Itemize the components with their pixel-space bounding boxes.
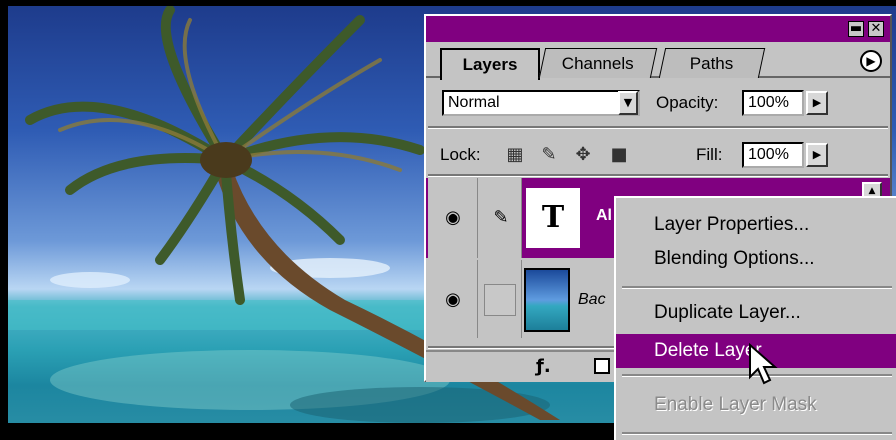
close-icon[interactable]: ✕ bbox=[868, 21, 884, 37]
visibility-toggle[interactable]: ◉ bbox=[428, 178, 478, 258]
opacity-slider-button[interactable]: ▶ bbox=[806, 91, 828, 115]
menu-item-layer-properties[interactable]: Layer Properties... bbox=[616, 208, 896, 242]
minimize-icon[interactable]: ▬ bbox=[848, 21, 864, 37]
menu-item-blending-options[interactable]: Blending Options... bbox=[616, 242, 896, 276]
lock-transparency-icon[interactable]: ▦ bbox=[504, 144, 526, 166]
frame-top bbox=[0, 0, 896, 6]
menu-item-duplicate-layer[interactable]: Duplicate Layer... bbox=[616, 296, 896, 330]
tab-paths-label: Paths bbox=[690, 54, 734, 73]
blend-mode-value: Normal bbox=[448, 94, 500, 111]
mouse-cursor-icon bbox=[749, 343, 778, 385]
tab-layers[interactable]: Layers bbox=[440, 48, 540, 80]
palette-menu-icon[interactable]: ▶ bbox=[860, 50, 882, 72]
visibility-toggle[interactable]: ◉ bbox=[428, 260, 478, 338]
link-toggle[interactable] bbox=[478, 260, 522, 338]
eye-icon: ◉ bbox=[445, 207, 461, 228]
frame-left bbox=[0, 0, 8, 438]
divider bbox=[428, 174, 888, 177]
fill-label: Fill: bbox=[696, 145, 723, 164]
lock-all-icon[interactable]: ■ bbox=[608, 144, 630, 166]
lock-label: Lock: bbox=[440, 145, 481, 164]
brush-icon: ✎ bbox=[493, 207, 509, 228]
tab-channels[interactable]: Channels bbox=[538, 48, 658, 78]
tab-channels-label: Channels bbox=[561, 54, 634, 73]
add-mask-icon[interactable] bbox=[594, 358, 610, 374]
text-layer-icon: T bbox=[541, 200, 565, 235]
tab-paths[interactable]: Paths bbox=[658, 48, 766, 78]
opacity-field[interactable]: 100% bbox=[742, 90, 804, 116]
menu-separator bbox=[622, 432, 892, 435]
eye-icon: ◉ bbox=[445, 289, 461, 310]
palette-title-bar[interactable]: ▬ ✕ bbox=[426, 16, 890, 42]
empty-link-box bbox=[484, 284, 516, 316]
blend-mode-select[interactable]: Normal bbox=[442, 90, 640, 116]
palette-tabs: Layers Channels Paths ▶ bbox=[426, 42, 890, 80]
menu-separator bbox=[622, 286, 892, 289]
divider bbox=[428, 126, 888, 129]
layer-style-icon[interactable]: ƒ. bbox=[536, 356, 551, 378]
layer-context-menu: Layer Properties... Blending Options... … bbox=[614, 196, 896, 440]
lock-move-icon[interactable]: ✥ bbox=[572, 144, 594, 166]
opacity-label: Opacity: bbox=[656, 93, 719, 112]
layer-name: Al bbox=[596, 207, 612, 224]
layer-name: Bac bbox=[578, 291, 606, 308]
lock-brush-icon[interactable]: ✎ bbox=[538, 144, 560, 166]
chevron-down-icon[interactable]: ▼ bbox=[618, 91, 638, 115]
link-toggle[interactable]: ✎ bbox=[478, 178, 522, 258]
layer-thumbnail: T bbox=[524, 186, 582, 250]
background-thumbnail bbox=[524, 268, 570, 332]
menu-item-enable-layer-mask[interactable]: Enable Layer Mask bbox=[616, 388, 896, 422]
fill-field[interactable]: 100% bbox=[742, 142, 804, 168]
fill-slider-button[interactable]: ▶ bbox=[806, 143, 828, 167]
